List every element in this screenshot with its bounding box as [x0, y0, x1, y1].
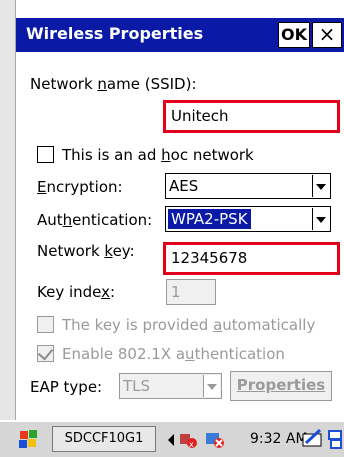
authentication-label: Authentication:	[37, 211, 153, 229]
close-button[interactable]: ×	[312, 22, 342, 48]
scroll-left-icon[interactable]	[165, 432, 177, 448]
encryption-value: AES	[169, 177, 199, 195]
network-key-label: Network key:	[37, 242, 135, 260]
task-button-sdccf10g1[interactable]: SDCCF10G1	[52, 426, 156, 452]
checkmark-icon	[37, 344, 54, 361]
wireless-status-icon[interactable]	[203, 428, 227, 450]
chevron-down-icon[interactable]	[312, 208, 329, 230]
encryption-label: Encryption:	[37, 178, 123, 196]
svg-text:x: x	[189, 440, 194, 449]
ssid-input[interactable]: Unitech	[167, 104, 336, 129]
auto-key-checkbox[interactable]	[37, 316, 54, 333]
ssid-label: Network name (SSID):	[30, 75, 197, 93]
key-index-input[interactable]: 1	[166, 279, 216, 305]
clock[interactable]: 9:32 AM	[250, 430, 308, 448]
eap-type-value: TLS	[123, 377, 151, 395]
network-key-input[interactable]: 12345678	[167, 246, 336, 271]
eap-type-select[interactable]: TLS	[119, 373, 222, 399]
enable-8021x-checkbox[interactable]	[37, 344, 54, 362]
desktop-icon[interactable]	[327, 428, 343, 450]
dialog-title: Wireless Properties	[26, 24, 204, 43]
authentication-value: WPA2-PSK	[168, 209, 251, 229]
desktop-edge	[0, 0, 16, 420]
auto-key-label: The key is provided automatically	[62, 316, 316, 334]
network-status-icon[interactable]: x	[178, 428, 200, 450]
adhoc-label: This is an ad hoc network	[62, 146, 254, 164]
properties-button[interactable]: Properties	[230, 371, 332, 401]
start-icon[interactable]	[16, 429, 40, 451]
eap-type-label: EAP type:	[30, 378, 103, 396]
properties-label: Properties	[236, 376, 326, 394]
enable-8021x-label: Enable 802.1X authentication	[62, 345, 285, 363]
chevron-down-icon[interactable]	[203, 375, 220, 397]
authentication-select[interactable]: WPA2-PSK	[165, 206, 331, 232]
adhoc-checkbox[interactable]	[37, 146, 54, 163]
ok-button[interactable]: OK	[278, 22, 310, 48]
key-index-label: Key index:	[37, 283, 116, 301]
input-panel-icon[interactable]	[302, 428, 324, 450]
encryption-select[interactable]: AES	[165, 173, 331, 199]
chevron-down-icon[interactable]	[312, 175, 329, 197]
